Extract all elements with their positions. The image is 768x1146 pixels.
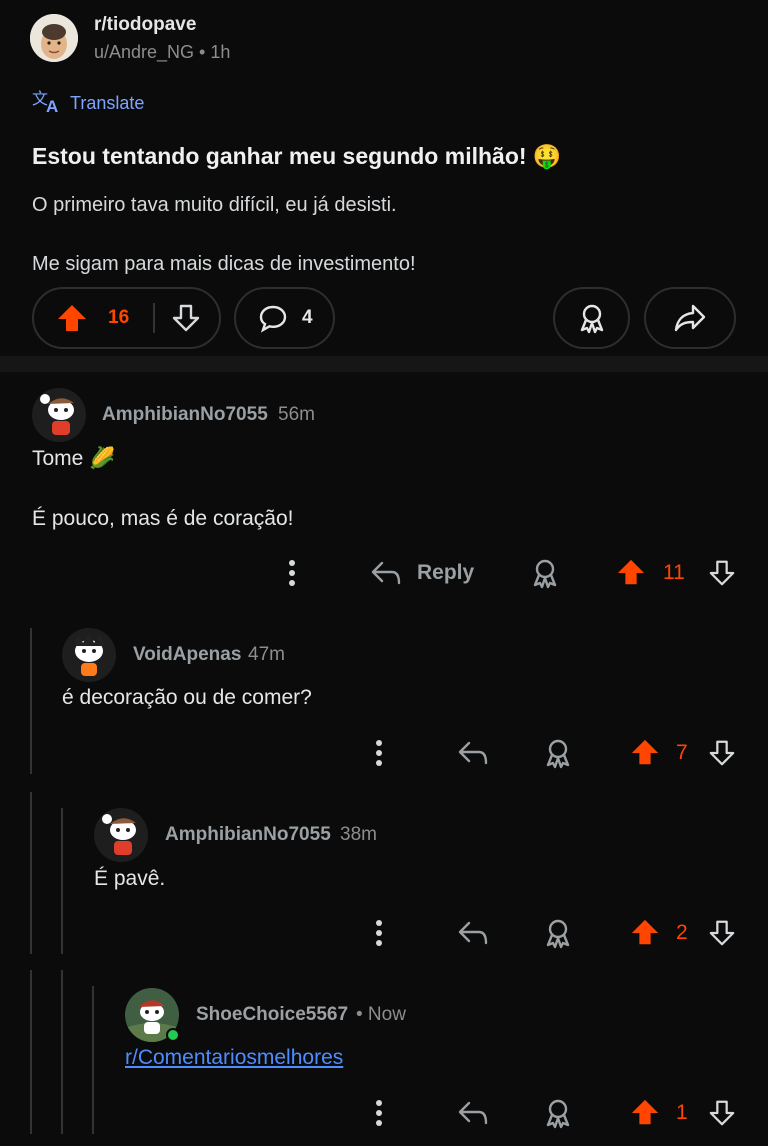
comment-text: É pavê. [94, 867, 166, 890]
comment-count: 4 [302, 307, 313, 328]
more-vertical-icon [376, 1100, 382, 1126]
upvote-icon [631, 739, 659, 765]
more-options-button[interactable] [367, 737, 391, 769]
comment-text: Tome 🌽 [32, 447, 116, 470]
svg-text:A: A [46, 97, 58, 114]
more-vertical-icon [376, 920, 382, 946]
thread-line [61, 970, 63, 1134]
reply-button[interactable] [455, 917, 491, 949]
translate-button[interactable]: 文 A Translate [32, 88, 144, 119]
reply-icon [458, 741, 488, 765]
commenter-avatar[interactable] [32, 388, 86, 442]
commenter-avatar[interactable] [94, 808, 148, 862]
share-button[interactable] [644, 287, 736, 349]
subreddit-link[interactable]: r/Comentariosmelhores [125, 1046, 343, 1070]
thread-line [61, 808, 63, 954]
comment-author[interactable]: AmphibianNo7055 [102, 404, 268, 426]
award-button[interactable] [553, 287, 630, 349]
downvote-icon [709, 560, 735, 586]
reply-icon [458, 1101, 488, 1125]
translate-label: Translate [70, 93, 145, 113]
downvote-icon [709, 740, 735, 766]
upvote-icon [631, 1099, 659, 1125]
upvote-icon [617, 559, 645, 585]
vote-count: 11 [663, 561, 685, 584]
award-button[interactable] [528, 555, 562, 591]
reply-button[interactable] [455, 1097, 491, 1129]
subreddit-name[interactable]: r/tiodopave [94, 14, 196, 36]
award-button[interactable] [541, 915, 575, 951]
comment-author[interactable]: AmphibianNo7055 [165, 824, 331, 846]
award-icon [533, 559, 557, 589]
upvote-button[interactable] [629, 1096, 661, 1128]
comment-text: é decoração ou de comer? [62, 686, 312, 709]
comment-icon [258, 303, 288, 333]
vote-count: 7 [676, 741, 688, 764]
thread-line [92, 986, 94, 1134]
post-author-meta[interactable]: u/Andre_NG • 1h [94, 42, 230, 63]
vote-count: 2 [676, 921, 688, 944]
upvote-icon [631, 919, 659, 945]
post-body-line: Me sigam para mais dicas de investimento… [32, 253, 416, 275]
share-icon [673, 303, 707, 333]
post-body-line: O primeiro tava muito difícil, eu já des… [32, 194, 397, 216]
comment-time: 47m [248, 644, 285, 665]
reply-button[interactable] [455, 737, 491, 769]
post-card: r/tiodopave u/Andre_NG • 1h 文 A Translat… [0, 0, 768, 358]
comment-time: • Now [356, 1004, 406, 1025]
more-options-button[interactable] [280, 557, 304, 589]
section-divider [0, 356, 768, 372]
reply-label[interactable]: Reply [417, 561, 474, 585]
downvote-icon [709, 920, 735, 946]
reply-icon [458, 921, 488, 945]
comment-time: 38m [340, 824, 377, 845]
upvote-icon[interactable] [56, 302, 88, 334]
comment-author[interactable]: VoidApenas [133, 644, 241, 666]
vote-separator [153, 303, 156, 333]
downvote-button[interactable] [706, 557, 738, 589]
thread-line [30, 628, 32, 774]
more-vertical-icon [376, 740, 382, 766]
comment-time: 56m [278, 404, 315, 425]
post-vote-bar: 16 [32, 287, 221, 349]
downvote-button[interactable] [706, 737, 738, 769]
downvote-button[interactable] [706, 1097, 738, 1129]
award-icon [546, 919, 570, 949]
award-icon [546, 739, 570, 769]
thread-line [30, 970, 32, 1134]
reply-icon [371, 561, 401, 585]
more-vertical-icon [289, 560, 295, 586]
award-button[interactable] [541, 735, 575, 771]
award-button[interactable] [541, 1095, 575, 1131]
comments-button[interactable]: 4 [234, 287, 335, 349]
reply-button[interactable] [368, 557, 404, 589]
comment-text: É pouco, mas é de coração! [32, 507, 294, 530]
post-vote-count: 16 [108, 307, 130, 328]
downvote-icon [709, 1100, 735, 1126]
vote-count: 1 [676, 1101, 688, 1124]
downvote-icon[interactable] [171, 303, 201, 333]
thread-line [30, 792, 32, 954]
comment-author[interactable]: ShoeChoice5567 [196, 1004, 348, 1026]
more-options-button[interactable] [367, 1097, 391, 1129]
post-title: Estou tentando ganhar meu segundo milhão… [32, 143, 562, 169]
upvote-button[interactable] [615, 556, 647, 588]
translate-icon: 文 A [32, 88, 62, 119]
upvote-button[interactable] [629, 736, 661, 768]
more-options-button[interactable] [367, 917, 391, 949]
award-icon [576, 302, 608, 334]
commenter-avatar[interactable] [62, 628, 116, 682]
upvote-button[interactable] [629, 916, 661, 948]
award-icon [546, 1099, 570, 1129]
downvote-button[interactable] [706, 917, 738, 949]
subreddit-avatar[interactable] [30, 14, 78, 62]
online-status-indicator [166, 1028, 180, 1042]
